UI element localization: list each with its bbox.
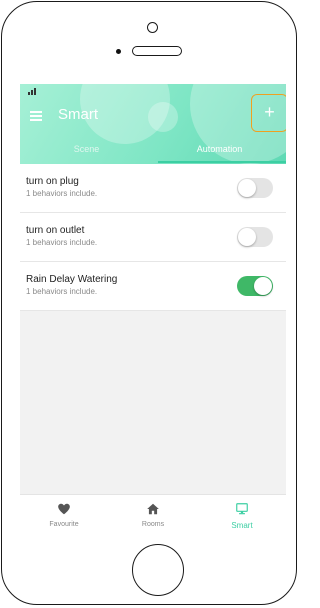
automation-row-turn-on-plug[interactable]: turn on plug 1 behaviors include. — [20, 164, 286, 213]
front-camera — [147, 22, 158, 33]
earpiece-speaker — [132, 46, 182, 56]
proximity-sensor — [116, 49, 121, 54]
automation-toggle[interactable] — [237, 227, 273, 247]
automation-toggle[interactable] — [237, 276, 273, 296]
nav-favourite[interactable]: Favourite — [20, 495, 108, 536]
nav-smart[interactable]: Smart — [198, 495, 286, 536]
nav-label: Smart — [231, 521, 253, 530]
automation-subtitle: 1 behaviors include. — [26, 238, 98, 247]
hamburger-menu-icon[interactable] — [30, 110, 44, 122]
automation-subtitle: 1 behaviors include. — [26, 189, 98, 198]
active-tab-indicator — [158, 161, 286, 163]
heart-icon — [58, 503, 70, 515]
automation-title: turn on plug — [26, 176, 79, 187]
add-automation-button[interactable]: + — [251, 94, 286, 132]
automation-subtitle: 1 behaviors include. — [26, 287, 98, 296]
automation-title: Rain Delay Watering — [26, 274, 118, 285]
toggle-knob — [238, 228, 256, 246]
monitor-icon — [236, 503, 248, 515]
app-header: Smart + Scene Automation — [20, 84, 286, 164]
home-button[interactable] — [132, 544, 184, 596]
header-decoration — [148, 102, 178, 132]
nav-rooms[interactable]: Rooms — [109, 495, 197, 536]
signal-strength-icon — [28, 87, 38, 97]
tab-scene[interactable]: Scene — [20, 136, 153, 164]
page-title: Smart — [58, 106, 99, 123]
automation-list: turn on plug 1 behaviors include. turn o… — [20, 164, 286, 311]
toggle-knob — [238, 179, 256, 197]
bottom-navigation: Favourite Rooms Smart — [20, 494, 286, 536]
phone-frame: Smart + Scene Automation turn on plug 1 … — [1, 1, 297, 605]
nav-label: Rooms — [141, 521, 165, 528]
automation-toggle[interactable] — [237, 178, 273, 198]
automation-title: turn on outlet — [26, 225, 85, 236]
home-icon — [147, 503, 159, 515]
nav-label: Favourite — [49, 521, 79, 528]
tab-automation[interactable]: Automation — [153, 136, 286, 164]
tab-bar: Scene Automation — [20, 136, 286, 164]
automation-row-turn-on-outlet[interactable]: turn on outlet 1 behaviors include. — [20, 213, 286, 262]
automation-row-rain-delay-watering[interactable]: Rain Delay Watering 1 behaviors include. — [20, 262, 286, 311]
app-screen: Smart + Scene Automation turn on plug 1 … — [20, 84, 286, 536]
toggle-knob — [254, 277, 272, 295]
